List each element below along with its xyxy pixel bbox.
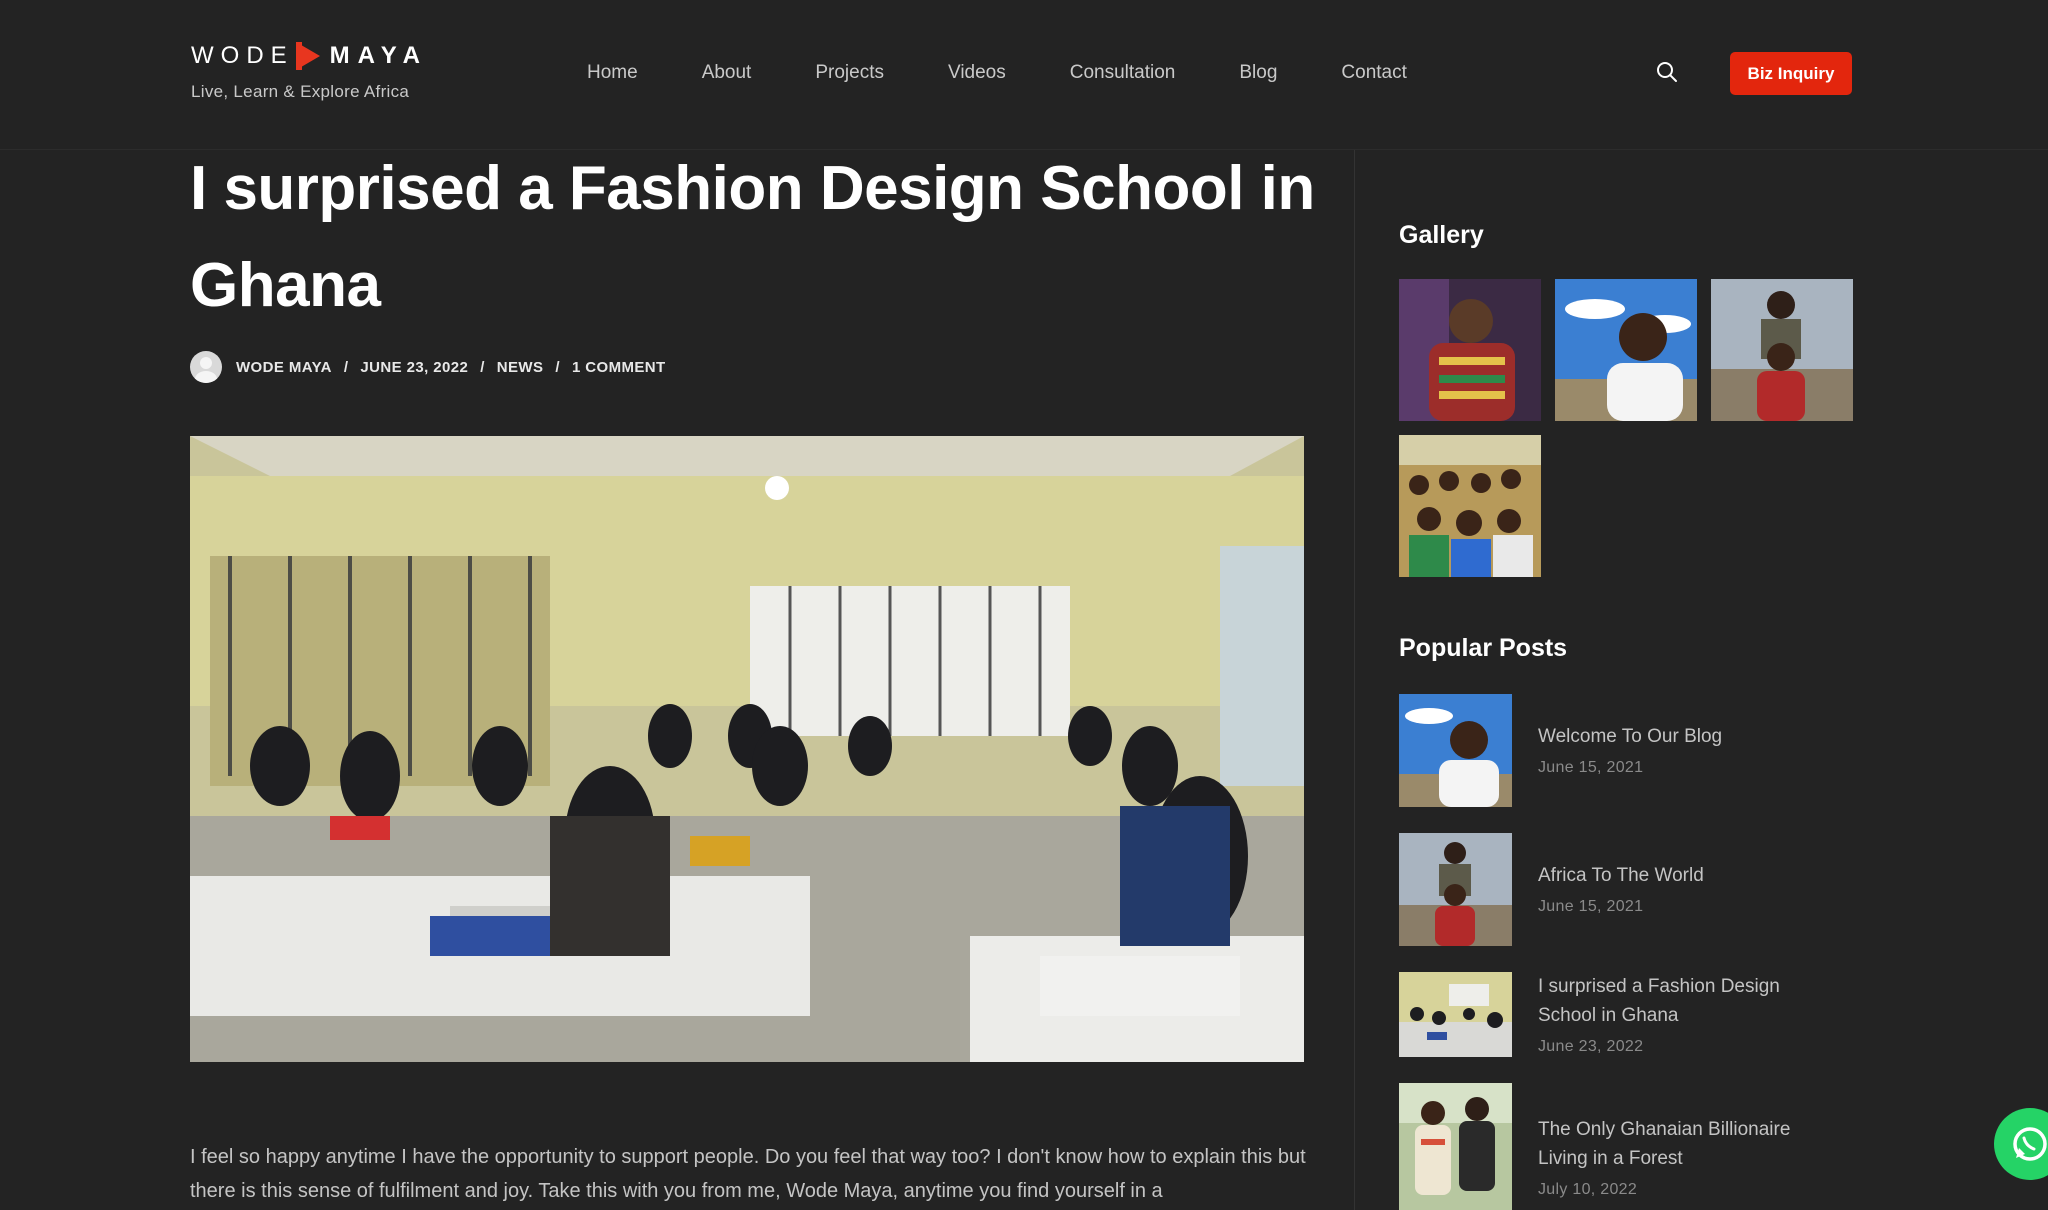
popular-post-thumb[interactable] [1399, 694, 1512, 807]
site-header: WODE MAYA Live, Learn & Explore Africa Ho… [0, 0, 2048, 150]
logo-word-right: MAYA [329, 42, 428, 69]
logo-play-icon [295, 42, 320, 70]
featured-image [190, 436, 1304, 1062]
nav-videos[interactable]: Videos [948, 62, 1006, 84]
nav-about[interactable]: About [702, 62, 752, 84]
logo-tagline: Live, Learn & Explore Africa [191, 82, 410, 101]
meta-separator: / [343, 358, 349, 376]
article-body: I feel so happy anytime I have the oppor… [190, 1146, 1306, 1202]
popular-post-thumb[interactable] [1399, 1083, 1512, 1210]
popular-post-thumb[interactable] [1399, 833, 1512, 946]
nav-home[interactable]: Home [587, 62, 638, 84]
popular-posts-title: Popular Posts [1399, 634, 1568, 662]
meta-separator: / [480, 358, 485, 376]
post-date[interactable]: JUNE 23, 2022 [360, 359, 468, 376]
main-nav: Home About Projects Videos Consultation … [587, 62, 1407, 84]
popular-post-title[interactable]: Africa To The World [1538, 861, 1828, 890]
popular-post-date: June 15, 2021 [1538, 759, 1644, 776]
popular-post-title[interactable]: Welcome To Our Blog [1538, 722, 1828, 751]
author-link[interactable]: WODE MAYA [236, 359, 332, 376]
popular-post-title[interactable]: The Only Ghanaian Billionaire Living in … [1538, 1115, 1828, 1173]
nav-consultation[interactable]: Consultation [1070, 62, 1176, 84]
article-title: I surprised a Fashion Design School in G… [190, 154, 1315, 320]
popular-post-title[interactable]: I surprised a Fashion Design School in G… [1538, 972, 1828, 1030]
popular-post-thumb[interactable] [1399, 972, 1512, 1057]
gallery-thumb[interactable] [1555, 279, 1697, 421]
logo-word-left: WODE [191, 42, 294, 69]
comments-link[interactable]: 1 COMMENT [572, 359, 666, 376]
article-meta: WODE MAYA / JUNE 23, 2022 / NEWS / 1 COM… [190, 351, 666, 383]
nav-projects[interactable]: Projects [815, 62, 884, 84]
whatsapp-icon[interactable] [1994, 1108, 2048, 1180]
search-icon[interactable] [1656, 61, 1678, 83]
author-avatar[interactable] [190, 351, 222, 383]
category-link[interactable]: NEWS [497, 359, 544, 376]
popular-post-date: July 10, 2022 [1538, 1181, 1638, 1198]
popular-post-date: June 23, 2022 [1538, 1038, 1644, 1055]
gallery-title: Gallery [1399, 221, 1484, 249]
biz-inquiry-button[interactable]: Biz Inquiry [1730, 52, 1852, 95]
gallery-thumb[interactable] [1711, 279, 1853, 421]
column-divider [1354, 150, 1355, 1210]
popular-post-date: June 15, 2021 [1538, 898, 1644, 915]
nav-blog[interactable]: Blog [1239, 62, 1277, 84]
gallery-thumb[interactable] [1399, 279, 1541, 421]
gallery-thumb[interactable] [1399, 435, 1541, 577]
meta-separator: / [555, 358, 560, 376]
nav-contact[interactable]: Contact [1341, 62, 1406, 84]
site-logo[interactable]: WODE MAYA Live, Learn & Explore Africa [191, 42, 428, 102]
